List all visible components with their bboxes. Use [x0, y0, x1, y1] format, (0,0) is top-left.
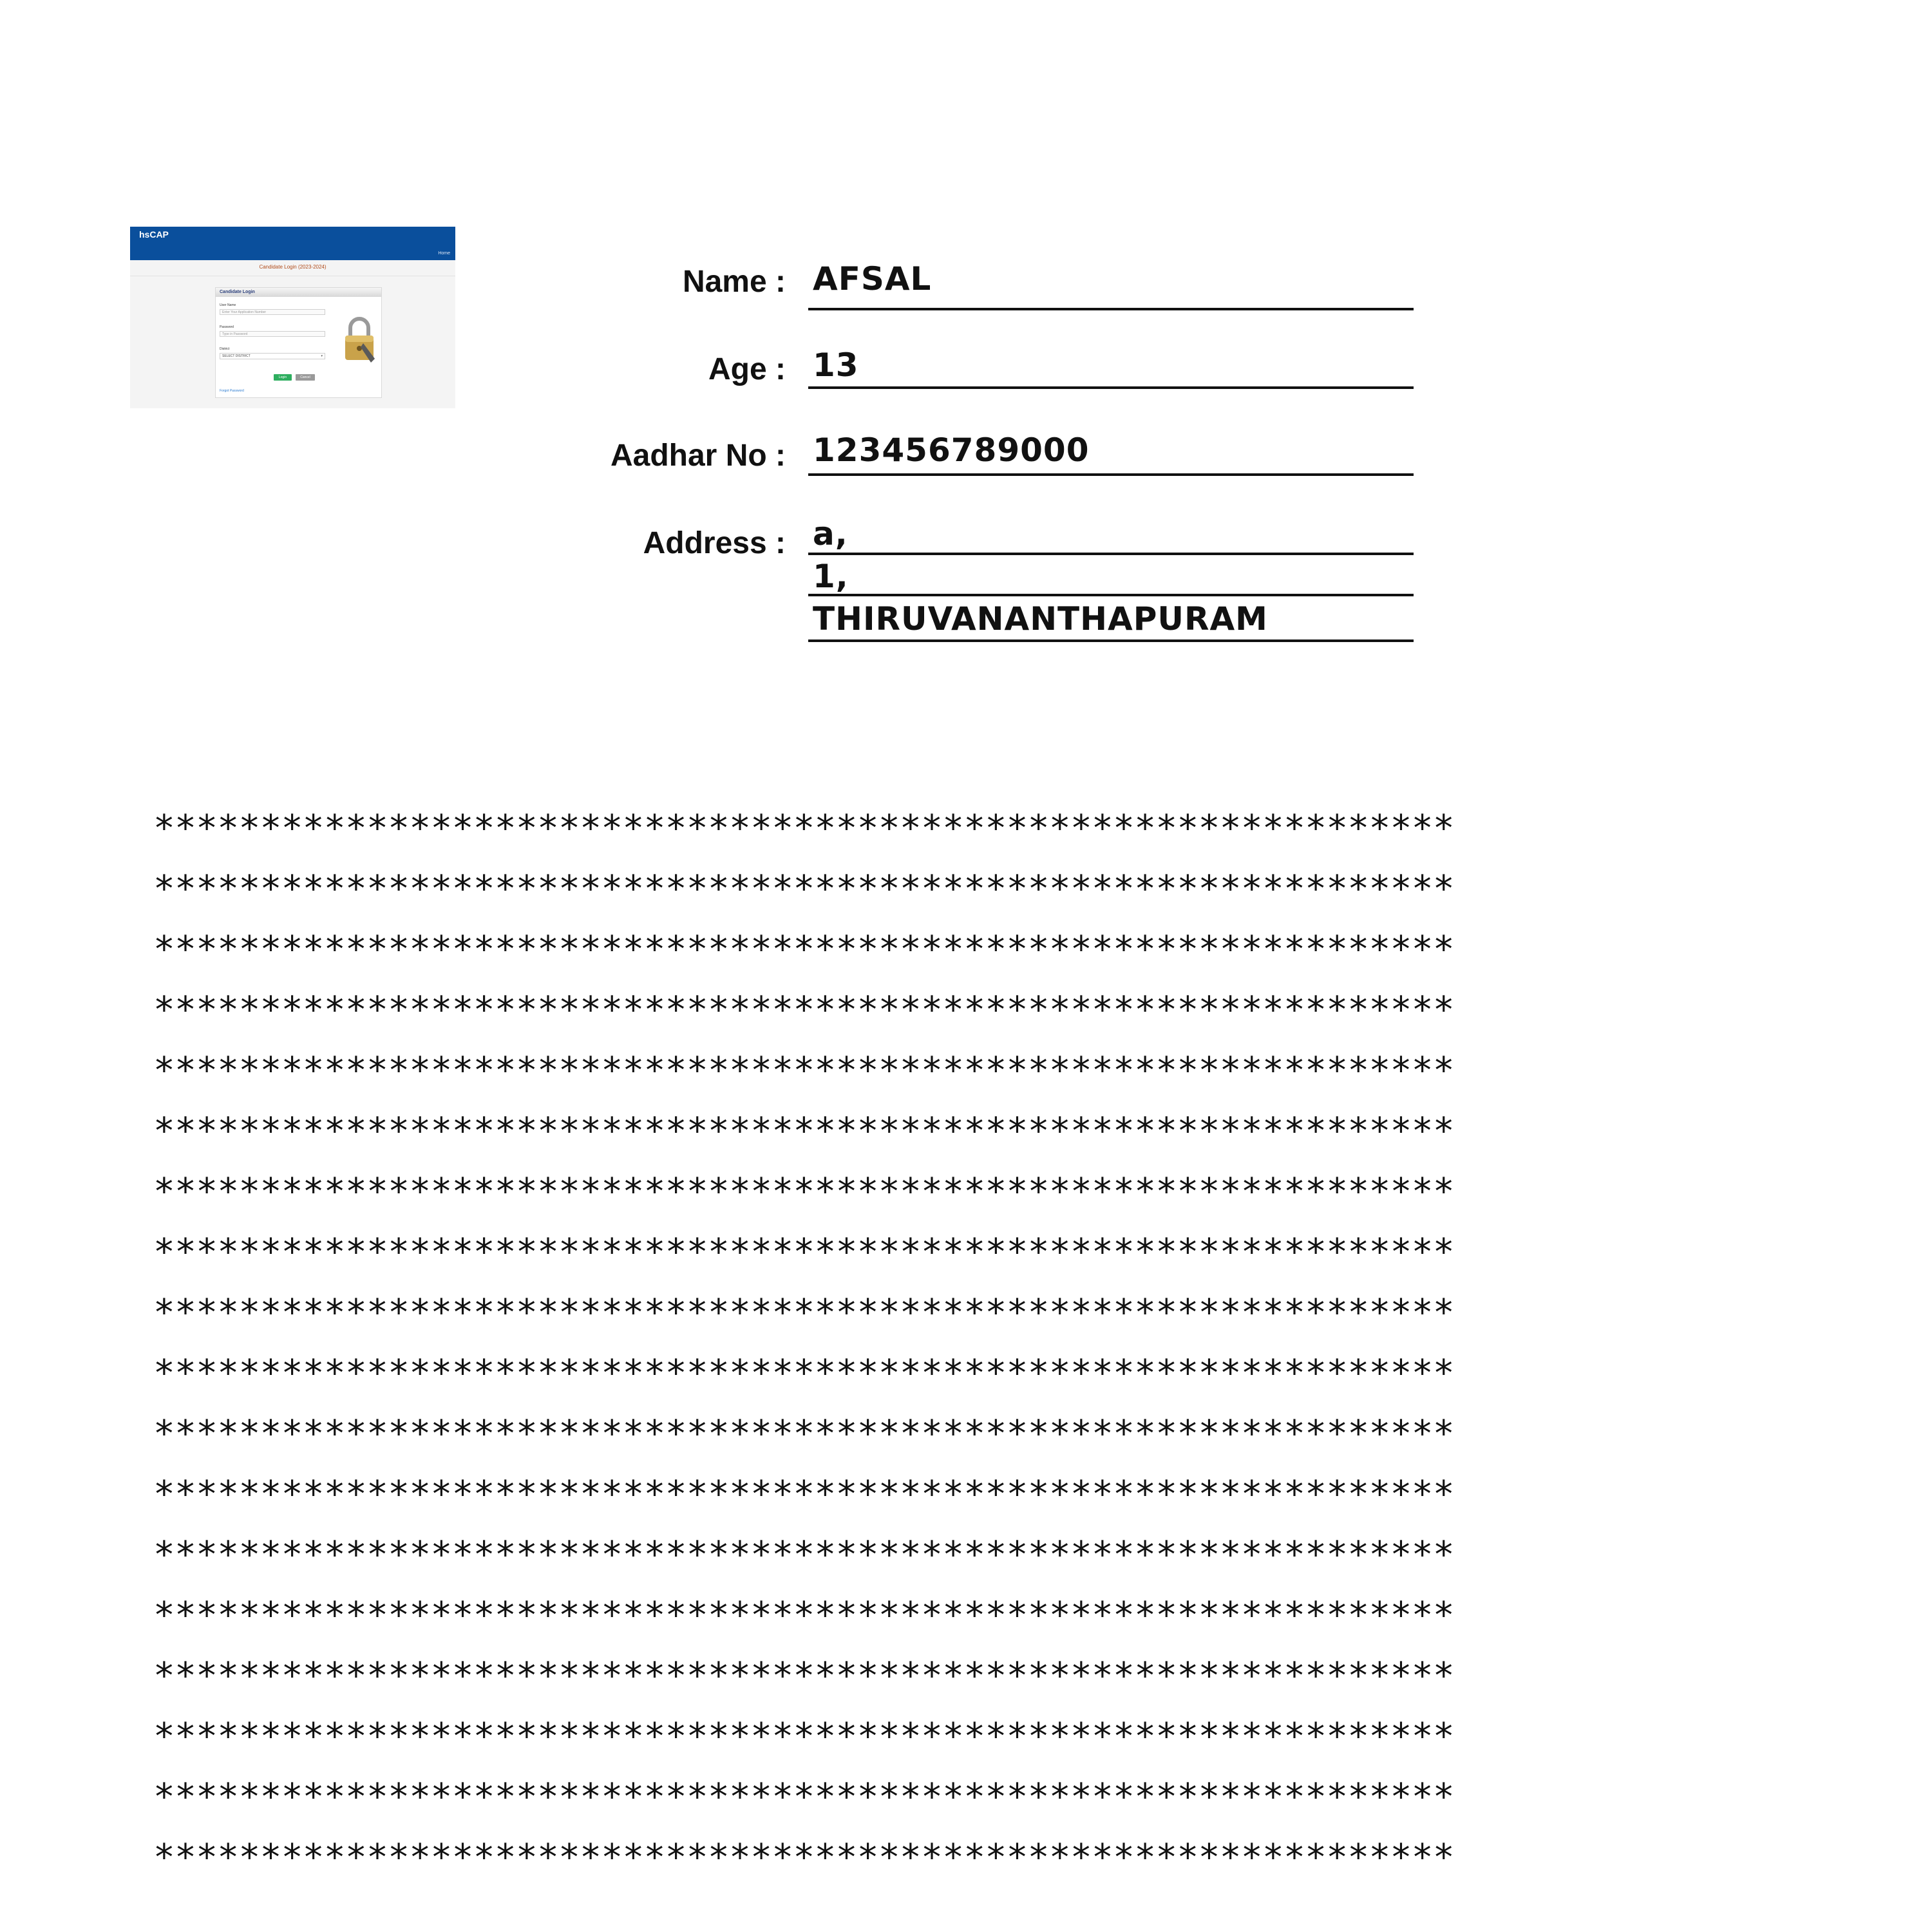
aadhar-label: Aadhar No : — [610, 439, 786, 473]
thumbnail-brand: hsCAP — [139, 229, 169, 240]
thumbnail-district-label: District — [220, 347, 230, 351]
masked-line: ****************************************… — [153, 1716, 1455, 1757]
masked-text-block: ****************************************… — [153, 799, 1473, 1888]
thumbnail-page-heading: Candidate Login (2023-2024) — [259, 264, 327, 270]
masked-line: ****************************************… — [153, 808, 1455, 849]
login-screenshot-thumbnail: hsCAP Home Candidate Login (2023-2024) C… — [130, 227, 455, 408]
thumbnail-login-card: Candidate Login User Name Enter Your App… — [215, 287, 382, 398]
age-label: Age : — [708, 352, 786, 386]
masked-line: ****************************************… — [153, 1231, 1455, 1273]
masked-line: ****************************************… — [153, 1171, 1455, 1213]
thumbnail-login-button: Login — [274, 374, 292, 381]
masked-line: ****************************************… — [153, 1050, 1455, 1092]
address-line-3: THIRUVANANTHAPURAM — [813, 600, 1268, 638]
thumbnail-username-input: Enter Your Application Number — [220, 309, 325, 315]
address-line-1-underline — [808, 553, 1414, 555]
age-value: 13 — [813, 346, 859, 384]
padlock-icon — [345, 317, 375, 363]
name-value: AFSAL — [813, 260, 932, 298]
thumbnail-password-label: Password — [220, 325, 234, 329]
masked-line: ****************************************… — [153, 1595, 1455, 1636]
name-label: Name : — [682, 265, 786, 299]
masked-line: ****************************************… — [153, 1534, 1455, 1576]
aadhar-value: 123456789000 — [813, 431, 1090, 469]
address-line-1: a, — [813, 515, 848, 553]
masked-line: ****************************************… — [153, 1110, 1455, 1152]
masked-line: ****************************************… — [153, 1837, 1455, 1879]
aadhar-underline — [808, 473, 1414, 476]
address-line-2-underline — [808, 594, 1414, 596]
thumbnail-forgot-password-link: Forgot Password — [220, 389, 244, 393]
thumbnail-home-link: Home — [438, 251, 450, 256]
masked-line: ****************************************… — [153, 1292, 1455, 1334]
address-label: Address : — [643, 526, 786, 560]
masked-line: ****************************************… — [153, 989, 1455, 1031]
thumbnail-username-label: User Name — [220, 303, 236, 307]
address-line-2: 1, — [813, 558, 849, 595]
thumbnail-header-bar: hsCAP Home — [130, 227, 455, 260]
thumbnail-district-select: SELECT DISTRICT ▾ — [220, 353, 325, 359]
thumbnail-cancel-button: Cancel — [296, 374, 315, 381]
age-underline — [808, 386, 1414, 389]
masked-line: ****************************************… — [153, 1413, 1455, 1455]
masked-line: ****************************************… — [153, 1352, 1455, 1394]
masked-line: ****************************************… — [153, 1655, 1455, 1697]
masked-line: ****************************************… — [153, 929, 1455, 971]
masked-line: ****************************************… — [153, 1776, 1455, 1818]
chevron-down-icon: ▾ — [321, 354, 323, 358]
thumbnail-password-input: Type in Password — [220, 331, 325, 337]
thumbnail-district-value: SELECT DISTRICT — [222, 354, 251, 358]
masked-line: ****************************************… — [153, 868, 1455, 910]
thumbnail-card-title: Candidate Login — [216, 288, 381, 297]
name-underline — [808, 308, 1414, 310]
masked-line: ****************************************… — [153, 1473, 1455, 1515]
address-line-3-underline — [808, 639, 1414, 642]
